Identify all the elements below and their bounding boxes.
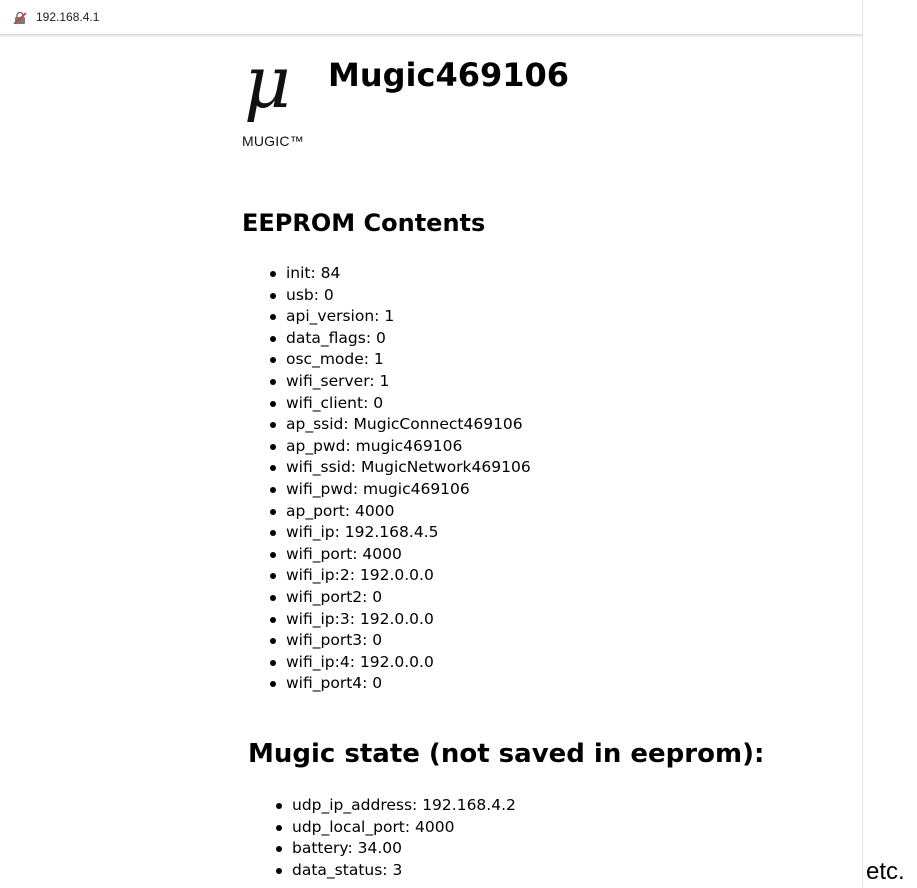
list-item: usb: 0 — [270, 285, 531, 307]
list-item: wifi_ip:3: 192.0.0.0 — [270, 609, 531, 631]
list-item: osc_mode: 1 — [270, 349, 531, 371]
list-item: data_flags: 0 — [270, 328, 531, 350]
eeprom-list: init: 84 usb: 0 api_version: 1 data_flag… — [270, 263, 531, 695]
list-item: udp_local_port: 4000 — [276, 817, 516, 839]
logo-wordmark: MUGIC™ — [242, 133, 304, 149]
mu-logo-icon: μ — [244, 40, 291, 124]
browser-window: 192.168.4.1 μ MUGIC™ Mugic469106 EEPROM … — [0, 0, 863, 888]
list-item: ap_port: 4000 — [270, 501, 531, 523]
list-item: data_status: 3 — [276, 860, 516, 882]
list-item: udp_ip_address: 192.168.4.2 — [276, 795, 516, 817]
list-item: wifi_ip:2: 192.0.0.0 — [270, 565, 531, 587]
eeprom-heading: EEPROM Contents — [242, 209, 486, 237]
list-item: ap_ssid: MugicConnect469106 — [270, 414, 531, 436]
list-item: battery: 34.00 — [276, 838, 516, 860]
list-item: init: 84 — [270, 263, 531, 285]
not-secure-icon[interactable] — [13, 12, 27, 24]
list-item: wifi_server: 1 — [270, 371, 531, 393]
list-item: wifi_port3: 0 — [270, 630, 531, 652]
mugic-logo: μ MUGIC™ — [242, 46, 332, 152]
list-item: wifi_ssid: MugicNetwork469106 — [270, 457, 531, 479]
list-item: wifi_port2: 0 — [270, 587, 531, 609]
list-item: wifi_pwd: mugic469106 — [270, 479, 531, 501]
list-item: wifi_ip: 192.168.4.5 — [270, 522, 531, 544]
state-heading: Mugic state (not saved in eeprom): — [248, 739, 765, 769]
device-title: Mugic469106 — [328, 56, 570, 94]
list-item: ap_pwd: mugic469106 — [270, 436, 531, 458]
address-bar[interactable]: 192.168.4.1 — [0, 0, 862, 37]
address-bar-divider — [0, 35, 862, 37]
list-item: api_version: 1 — [270, 306, 531, 328]
list-item: wifi_ip:4: 192.0.0.0 — [270, 652, 531, 674]
state-list: udp_ip_address: 192.168.4.2 udp_local_po… — [276, 795, 516, 881]
etc-annotation: etc. — [866, 858, 905, 885]
url-text[interactable]: 192.168.4.1 — [36, 10, 99, 24]
list-item: wifi_client: 0 — [270, 393, 531, 415]
list-item: wifi_port4: 0 — [270, 673, 531, 695]
list-item: wifi_port: 4000 — [270, 544, 531, 566]
